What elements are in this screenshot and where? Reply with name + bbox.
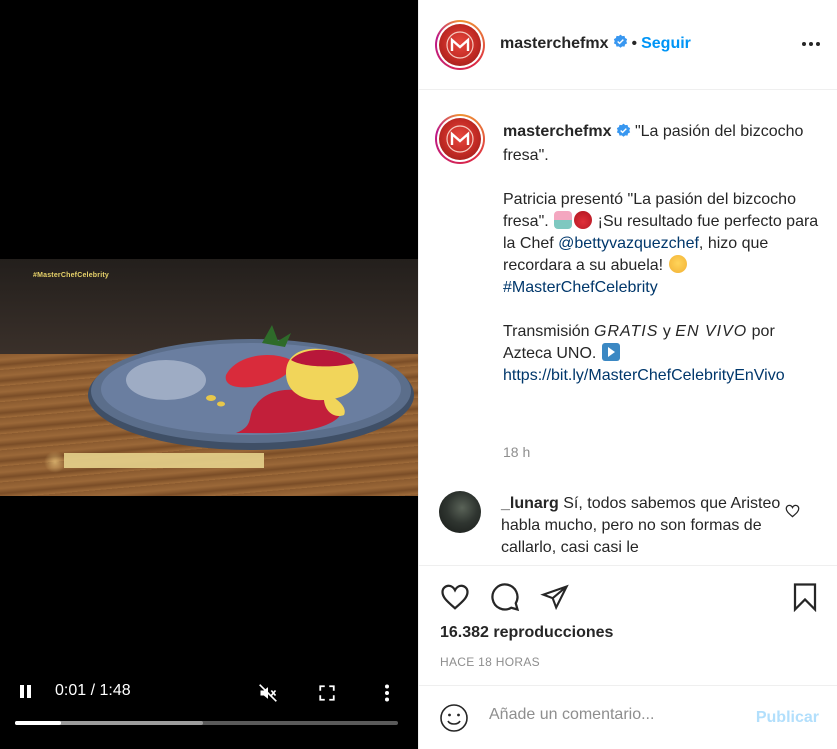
cupcake-emoji-icon (554, 211, 573, 229)
emoji-picker-icon[interactable] (439, 703, 469, 733)
post-age: HACE 18 HORAS (440, 655, 540, 669)
video-played-bar (15, 721, 61, 725)
header-username[interactable]: masterchefmx (500, 35, 609, 53)
video-progress-bar[interactable] (15, 721, 398, 725)
save-bookmark-icon[interactable] (789, 581, 821, 613)
commenter-avatar[interactable] (439, 491, 481, 533)
video-watermark: #MasterChefCelebrity (33, 272, 109, 279)
video-light-spot (44, 451, 66, 473)
pause-icon[interactable] (18, 684, 34, 700)
post-header: masterchefmx • Seguir (419, 0, 837, 90)
masterchef-logo-icon (446, 31, 474, 59)
external-url-link[interactable]: https://bit.ly/MasterChefCelebrityEnVivo (503, 367, 785, 384)
header-name-row: masterchefmx • Seguir (500, 34, 691, 54)
comment-input[interactable] (489, 706, 739, 724)
comment-bubble-icon[interactable] (489, 581, 521, 613)
mute-icon[interactable] (257, 682, 279, 704)
add-comment-bar: Publicar (419, 685, 837, 749)
video-frame[interactable]: #MasterChefCelebrity (0, 259, 418, 496)
header-dot-separator: • (631, 35, 638, 52)
play-button-emoji-icon (601, 343, 620, 361)
caption-en-vivo: EN VIVO (675, 323, 748, 340)
video-duration: 1:48 (99, 682, 131, 699)
post-sidebar: masterchefmx • Seguir masterchefmx "La p… (418, 0, 837, 749)
caption-timestamp: 18 h (503, 444, 531, 460)
fullscreen-icon[interactable] (316, 682, 338, 704)
video-current-time: 0:01 (55, 682, 87, 699)
mention-link[interactable]: @bettyvazquezchef (558, 235, 699, 252)
caption-gratis: GRATIS (594, 323, 659, 340)
hashtag-link[interactable]: #MasterChefCelebrity (503, 279, 658, 296)
masterchef-logo-icon (446, 125, 474, 153)
share-send-icon[interactable] (539, 581, 571, 613)
follow-button[interactable]: Seguir (641, 35, 691, 53)
video-time-separator: / (90, 682, 96, 699)
video-player[interactable]: #MasterChefCelebrity 0:01 / 1:48 (0, 0, 418, 749)
like-heart-icon[interactable] (439, 581, 471, 613)
video-controls: 0:01 / 1:48 (0, 676, 418, 708)
video-time-display: 0:01 / 1:48 (55, 682, 131, 700)
more-vertical-icon[interactable] (376, 682, 398, 704)
post-caption: masterchefmx "La pasión del bizcocho fre… (503, 121, 821, 409)
comments-section: masterchefmx "La pasión del bizcocho fre… (419, 91, 837, 565)
view-count[interactable]: 16.382 reproducciones (440, 624, 613, 642)
profile-avatar[interactable] (435, 20, 485, 70)
smiling-hearts-emoji-icon (668, 255, 687, 273)
verified-badge-icon (616, 123, 631, 145)
video-lower-third-bar (64, 453, 264, 468)
more-options-icon[interactable] (802, 42, 820, 46)
caption-y: y (662, 323, 671, 340)
caption-broadcast-start: Transmisión (503, 323, 590, 340)
comment-like-heart-icon[interactable] (785, 504, 800, 523)
strawberry-emoji-icon (574, 211, 593, 229)
comment-username[interactable]: _lunarg (501, 495, 559, 512)
verified-badge-icon (613, 34, 628, 54)
caption-username[interactable]: masterchefmx (503, 123, 612, 140)
caption-avatar[interactable] (435, 114, 485, 164)
publish-comment-button[interactable]: Publicar (756, 709, 819, 727)
dessert-plate-image (88, 325, 414, 450)
comment-body: _lunarg Sí, todos sabemos que Aristeo ha… (501, 493, 781, 559)
post-actions: 16.382 reproducciones HACE 18 HORAS (419, 565, 837, 685)
